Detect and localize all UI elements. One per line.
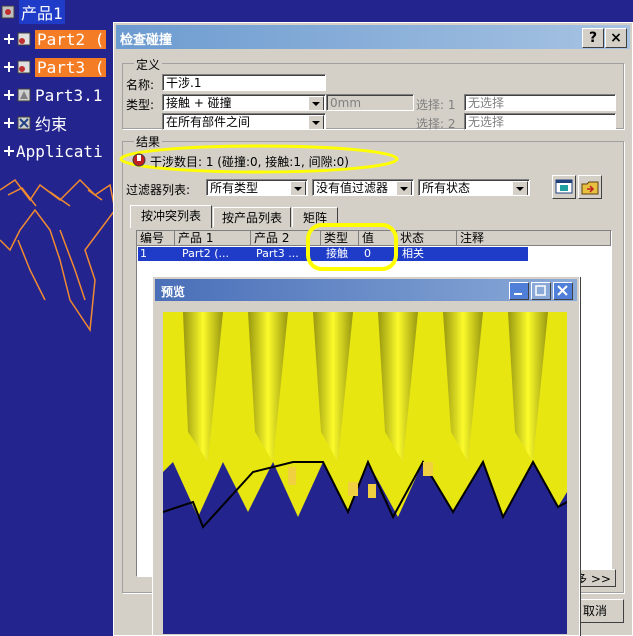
preview-close-button[interactable] — [553, 282, 573, 300]
type-filter-dropdown[interactable]: 所有类型 — [206, 179, 308, 196]
spec-tree: 产品1 Part2 ( Part3 ( Part3.1 约束 Applicati — [0, 0, 120, 170]
selection1-label: 选择: 1 — [416, 98, 456, 112]
chevron-down-icon[interactable] — [308, 96, 324, 110]
preview-window-button[interactable] — [552, 175, 576, 199]
filter-list-label: 过滤器列表: — [126, 183, 191, 197]
type-value-highlight-marker — [306, 223, 398, 271]
value-filter-value: 没有值过滤器 — [316, 181, 389, 195]
maximize-icon — [535, 285, 546, 296]
expand-plus-icon[interactable] — [4, 90, 14, 100]
dialog-title: 检查碰撞 — [120, 33, 173, 48]
maximize-button[interactable] — [531, 282, 551, 300]
preview-window: 预览 — [152, 276, 580, 636]
value-filter-dropdown[interactable]: 没有值过滤器 — [312, 179, 414, 196]
selection1-field[interactable]: 无选择 — [464, 94, 616, 111]
cell-number: 1 — [140, 247, 147, 260]
window-icon — [555, 179, 573, 194]
tree-item-part3-1[interactable]: Part3.1 — [4, 84, 102, 106]
tab-by-conflict[interactable]: 按冲突列表 — [130, 205, 212, 228]
tree-item-label[interactable]: Part2 ( — [35, 29, 107, 49]
type-dropdown[interactable]: 接触 + 碰撞 — [162, 94, 326, 111]
clearance-field: 0mm — [326, 94, 414, 111]
cancel-label: 取消 — [582, 604, 607, 618]
minimize-button[interactable] — [509, 282, 529, 300]
column-header-status[interactable]: 状态 — [397, 231, 457, 246]
help-button[interactable]: ? — [582, 28, 604, 48]
tab-by-product[interactable]: 按产品列表 — [213, 207, 291, 227]
name-field[interactable]: 干涉.1 — [162, 74, 326, 91]
minimize-icon — [514, 293, 522, 295]
scope-dropdown[interactable]: 在所有部件之间 — [162, 113, 326, 130]
tree-item-label[interactable]: 产品1 — [19, 0, 65, 24]
expand-plus-icon[interactable] — [4, 62, 14, 72]
chevron-down-icon[interactable] — [396, 181, 412, 195]
interference-summary: 干涉数目: 1 (碰撞:0, 接触:1, 间隙:0) — [150, 155, 349, 169]
tree-item-label[interactable]: Part3 ( — [35, 57, 107, 77]
tree-item-label[interactable]: Part3.1 — [35, 86, 102, 105]
export-folder-icon — [581, 181, 599, 195]
selection2-field[interactable]: 无选择 — [464, 113, 616, 130]
status-filter-dropdown[interactable]: 所有状态 — [418, 179, 530, 196]
chevron-down-icon[interactable] — [512, 181, 528, 195]
cell-status: 相关 — [402, 247, 424, 260]
product-icon — [1, 5, 15, 19]
tree-item-label[interactable]: 约束 — [35, 111, 67, 135]
type-dropdown-value: 接触 + 碰撞 — [166, 96, 232, 110]
status-filter-value: 所有状态 — [422, 181, 471, 195]
close-icon — [557, 285, 568, 296]
export-button[interactable] — [578, 175, 602, 199]
cell-product1: Part2 (... — [182, 247, 229, 260]
chevron-down-icon[interactable] — [290, 181, 306, 195]
part-body-icon — [17, 88, 31, 102]
preview-title: 预览 — [161, 285, 186, 299]
tree-item-part2[interactable]: Part2 ( — [4, 28, 107, 50]
definition-group-label: 定义 — [134, 56, 163, 73]
expand-plus-icon[interactable] — [4, 118, 14, 128]
expand-plus-icon[interactable] — [4, 146, 14, 156]
tree-item-label[interactable]: Applicati — [16, 142, 103, 161]
part-icon — [17, 60, 31, 74]
expand-plus-icon[interactable] — [4, 34, 14, 44]
close-button[interactable]: × — [605, 28, 627, 48]
chevron-down-icon[interactable] — [308, 115, 324, 129]
part-icon — [17, 32, 31, 46]
preview-title-bar[interactable]: 预览 — [155, 279, 577, 301]
scope-dropdown-value: 在所有部件之间 — [166, 115, 251, 129]
selection2-label: 选择: 2 — [416, 117, 456, 131]
column-header-comment[interactable]: 注释 — [457, 231, 611, 246]
constraints-icon — [17, 116, 31, 130]
column-header-number[interactable]: 编号 — [137, 231, 175, 246]
tree-item-product1[interactable]: 产品1 — [0, 0, 65, 24]
tree-item-part3[interactable]: Part3 ( — [4, 56, 107, 78]
clash-preview-viewport[interactable] — [163, 312, 567, 634]
tree-item-constraints[interactable]: 约束 — [4, 112, 67, 134]
cell-comment — [459, 247, 529, 261]
tree-item-applications[interactable]: Applicati — [4, 140, 103, 162]
type-filter-value: 所有类型 — [210, 181, 259, 195]
type-label: 类型: — [126, 98, 155, 112]
column-header-product1[interactable]: 产品 1 — [175, 231, 251, 246]
dialog-title-bar[interactable]: 检查碰撞 ? × — [116, 25, 630, 49]
interference-status-icon — [132, 153, 146, 167]
name-label: 名称: — [126, 78, 155, 92]
